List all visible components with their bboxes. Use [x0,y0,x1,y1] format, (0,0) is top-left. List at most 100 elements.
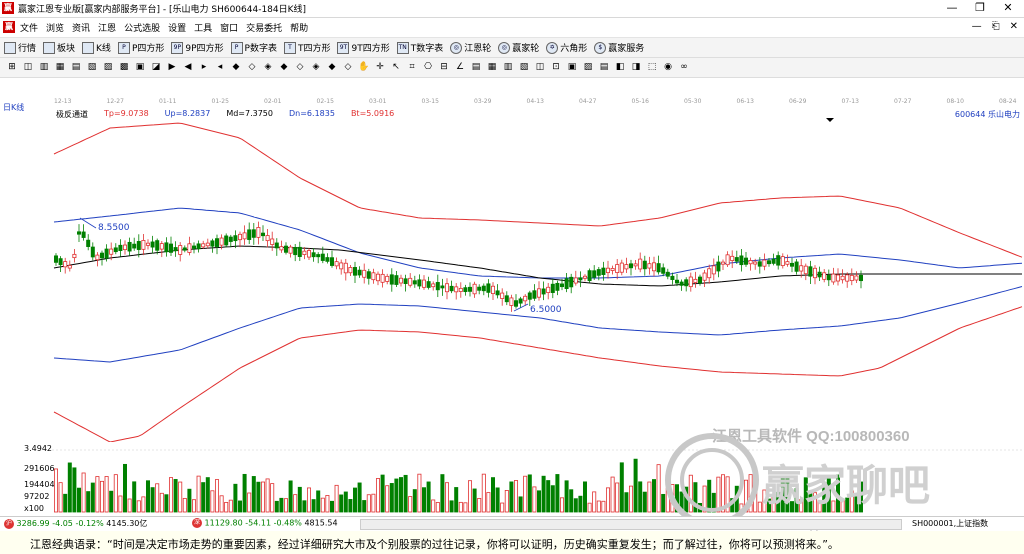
candle-body [357,269,362,276]
child-close-button[interactable]: ✕ [1010,21,1018,32]
volume-bar [780,476,785,513]
minimize-button[interactable]: — [938,0,966,17]
tool-icon[interactable]: ◈ [262,61,274,73]
tool-icon[interactable]: ▧ [518,61,530,73]
tool-icon[interactable]: ⊡ [550,61,562,73]
child-minimize-button[interactable]: — [972,21,982,32]
menu-formula[interactable]: 公式选股 [124,21,160,34]
tool-icon[interactable]: ▸ [198,61,210,73]
close-button[interactable]: ✕ [994,0,1022,17]
tool-icon[interactable]: ◆ [230,61,242,73]
toolbar-item-10[interactable]: ◎ 赢家轮 [498,41,539,54]
volume-bar [711,492,716,513]
tool-icon[interactable]: ◆ [278,61,290,73]
toolbar-item-7[interactable]: 9T 9T四方形 [337,41,390,54]
tool-icon[interactable]: ◇ [342,61,354,73]
time-axis: 12-13 12-27 01-11 01-25 02-01 02-15 03-01 03-15… [0,97,1024,108]
volume-bar [224,501,229,513]
tool-icon[interactable]: ▣ [566,61,578,73]
tool-icon[interactable]: ▧ [86,61,98,73]
status-index-code[interactable]: SH000001,上证指数 [912,518,988,529]
time-axis-label: 04-13 [526,98,544,105]
toolbar-item-0[interactable]: 行情 [4,41,36,54]
toolbar-item-5[interactable]: P P数字表 [230,41,277,54]
volume-bar [352,487,357,513]
menu-settings[interactable]: 设置 [168,21,186,34]
tool-icon[interactable]: ⊟ [438,61,450,73]
volume-bar [444,482,449,513]
high-marker-line [79,217,97,229]
kline-chart[interactable]: 8.5500 6.5000 [0,118,1024,442]
volume-bar [665,487,670,513]
tool-icon[interactable]: ◪ [150,61,162,73]
candle-body [803,265,808,275]
up-band-line [53,207,1023,279]
status-sz[interactable]: 深 11129.80 -54.11 -0.48% 4815.54 [192,518,338,528]
tool-icon[interactable]: ⊞ [6,61,18,73]
tool-icon[interactable]: ↖ [390,61,402,73]
tool-icon[interactable]: ▦ [486,61,498,73]
tool-icon[interactable]: ▨ [582,61,594,73]
volume-bar [247,492,252,513]
menu-window[interactable]: 窗口 [220,21,238,34]
toolbar-item-6[interactable]: T T四方形 [283,41,330,54]
menu-gann[interactable]: 江恩 [98,21,116,34]
toolbar-item-1[interactable]: 板块 [43,41,75,54]
menu-browse[interactable]: 浏览 [46,21,64,34]
toolbar-item-12[interactable]: $ 赢家服务 [594,41,644,54]
tool-icon[interactable]: ◧ [614,61,626,73]
tool-icon[interactable]: ⬚ [646,61,658,73]
toolbar-item-4[interactable]: 9P 9P四方形 [171,41,224,54]
tool-icon[interactable]: ◈ [310,61,322,73]
toolbar-item-8[interactable]: TN T数字表 [396,41,443,54]
tool-icon[interactable]: ▤ [598,61,610,73]
tool-icon[interactable]: ◇ [246,61,258,73]
tool-icon[interactable]: ⌗ [406,61,418,73]
tool-icon[interactable]: ◉ [662,61,674,73]
tool-icon[interactable]: ▣ [134,61,146,73]
menu-tools[interactable]: 工具 [194,21,212,34]
tool-icon[interactable]: ∞ [678,61,690,73]
tool-icon[interactable]: ▥ [502,61,514,73]
tool-icon[interactable]: ✋ [358,61,370,73]
candle-body [293,247,298,256]
candle-body [214,238,219,247]
status-scrollbar[interactable] [360,519,902,530]
tool-icon[interactable]: ◀ [182,61,194,73]
candle-body [283,245,288,253]
toolbar-item-9[interactable]: ◎ 江恩轮 [450,41,491,54]
volume-bar [265,478,270,513]
tool-icon[interactable]: ⎔ [422,61,434,73]
volume-panel[interactable]: 3.4942 291606 194404 97202 x100 [0,442,1024,516]
tool-icon[interactable]: ▦ [54,61,66,73]
child-restore-button[interactable]: ⎗ [992,21,1000,32]
tool-icon[interactable]: ▤ [470,61,482,73]
toolbar-item-11[interactable]: ✡ 六角形 [546,41,587,54]
tool-icon[interactable]: ▤ [70,61,82,73]
candle-body [123,244,128,251]
volume-bar [412,489,417,513]
tool-icon[interactable]: ◇ [294,61,306,73]
volume-bar [90,482,95,513]
tool-icon[interactable]: ◨ [630,61,642,73]
tool-icon[interactable]: ▨ [102,61,114,73]
tool-icon[interactable]: ◆ [326,61,338,73]
tool-icon[interactable]: ∠ [454,61,466,73]
tool-icon[interactable]: ✛ [374,61,386,73]
tool-icon[interactable]: ▩ [118,61,130,73]
time-axis-label: 07-13 [841,98,859,105]
menu-file[interactable]: 文件 [20,21,38,34]
tool-icon[interactable]: ◂ [214,61,226,73]
tool-icon[interactable]: ▶ [166,61,178,73]
tool-icon[interactable]: ◫ [22,61,34,73]
tool-icon[interactable]: ◫ [534,61,546,73]
status-sh[interactable]: 沪 3286.99 -4.05 -0.12% 4145.30亿 [4,518,147,529]
menu-help[interactable]: 帮助 [290,21,308,34]
restore-button[interactable]: ❐ [966,0,994,17]
toolbar-item-2[interactable]: K线 [82,41,111,54]
tool-icon[interactable]: ▥ [38,61,50,73]
menu-info[interactable]: 资讯 [72,21,90,34]
candle-body [573,277,578,284]
menu-trade[interactable]: 交易委托 [246,21,282,34]
toolbar-item-3[interactable]: P P四方形 [117,41,164,54]
